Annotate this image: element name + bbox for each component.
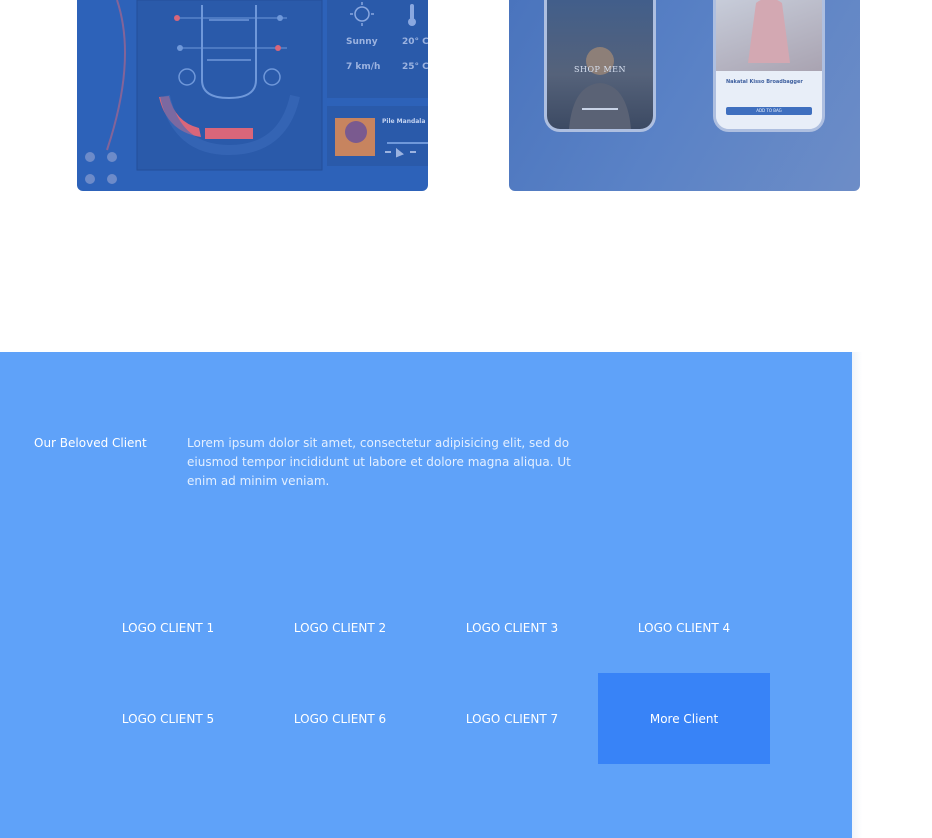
client-logo-3[interactable]: LOGO CLIENT 3 [426, 582, 598, 673]
weather-temp-low: 25° C [402, 62, 428, 72]
page-edge-shadow [852, 352, 862, 838]
portfolio-card-mobile[interactable]: SHOP MEN Nakatal Kisso Broadbagger ADD T… [509, 0, 860, 191]
phone-hero-caption: SHOP MEN [574, 65, 626, 74]
player-title: Pile Mandala [382, 118, 426, 125]
client-logo-5[interactable]: LOGO CLIENT 5 [82, 673, 254, 764]
client-logo-1[interactable]: LOGO CLIENT 1 [82, 582, 254, 673]
client-logo-grid: LOGO CLIENT 1 LOGO CLIENT 2 LOGO CLIENT … [82, 582, 770, 764]
client-logo-7[interactable]: LOGO CLIENT 7 [426, 673, 598, 764]
portfolio-card-dashboard[interactable]: Sunny 20° C 7 km/h 25° C Pile Mandala [77, 0, 428, 191]
dots-decoration-icon [85, 152, 119, 188]
weather-temp-high: 20° C [402, 37, 428, 47]
portfolio-row: Sunny 20° C 7 km/h 25° C Pile Mandala SH… [0, 0, 932, 352]
client-logo-6[interactable]: LOGO CLIENT 6 [254, 673, 426, 764]
weather-wind: 7 km/h [346, 62, 381, 72]
model-photo-icon [748, 0, 790, 63]
more-client-button[interactable]: More Client [598, 673, 770, 764]
client-logo-2[interactable]: LOGO CLIENT 2 [254, 582, 426, 673]
clients-heading: Our Beloved Client [34, 436, 147, 450]
product-title: Nakatal Kisso Broadbagger [726, 79, 803, 85]
phone-mockup-left: SHOP MEN [544, 0, 656, 132]
clients-description: Lorem ipsum dolor sit amet, consectetur … [187, 436, 571, 488]
add-to-bag-button: ADD TO BAG [726, 107, 812, 115]
clients-section: Our Beloved Client Lorem ipsum dolor sit… [0, 352, 852, 838]
client-logo-4[interactable]: LOGO CLIENT 4 [598, 582, 770, 673]
weather-condition: Sunny [346, 37, 378, 47]
phone-mockup-right: Nakatal Kisso Broadbagger ADD TO BAG [713, 0, 825, 132]
car-dashboard-illustration [106, 0, 428, 171]
